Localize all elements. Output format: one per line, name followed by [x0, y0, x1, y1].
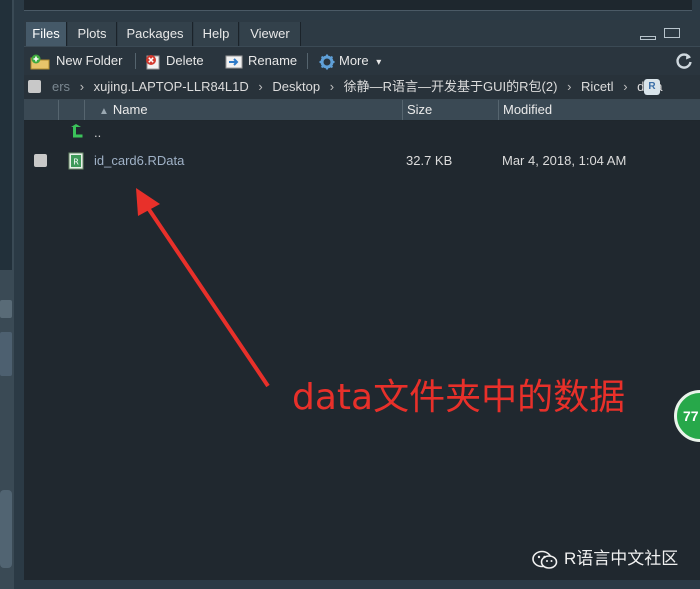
file-modified: Mar 4, 2018, 1:04 AM: [502, 153, 627, 168]
breadcrumb-path: ers › xujing.LAPTOP-LLR84L1D › Desktop ›…: [52, 75, 662, 99]
chevron-down-icon: ▾: [376, 57, 382, 68]
modified-column-header[interactable]: Modified: [498, 100, 700, 120]
parent-directory-link[interactable]: ..: [94, 121, 101, 145]
rename-button[interactable]: Rename: [224, 51, 297, 71]
wechat-icon: [532, 550, 558, 569]
tab-files[interactable]: Files: [26, 22, 67, 46]
breadcrumb-item[interactable]: ers: [52, 79, 70, 94]
breadcrumb-separator: ›: [567, 79, 572, 94]
pane-tab-bar: Files Plots Packages Help Viewer: [24, 20, 700, 46]
breadcrumb-separator: ›: [329, 79, 335, 94]
tab-viewer[interactable]: Viewer: [240, 22, 301, 46]
more-label: More: [339, 53, 369, 68]
breadcrumb-separator: ›: [258, 79, 263, 94]
delete-button[interactable]: Delete: [144, 51, 204, 71]
more-button[interactable]: More ▾: [319, 51, 381, 71]
delete-icon: [146, 54, 160, 70]
delete-label: Delete: [166, 53, 204, 68]
name-column-label: Name: [112, 102, 148, 117]
top-pane-edge: [14, 0, 700, 14]
files-toolbar: New Folder Delete Rename More ▾: [24, 46, 700, 75]
icon-column-header: [58, 100, 84, 120]
file-name-link[interactable]: id_card6.RData: [94, 149, 184, 173]
size-column-header[interactable]: Size: [402, 100, 498, 120]
tab-plots[interactable]: Plots: [68, 22, 117, 46]
new-folder-icon: [30, 54, 50, 70]
breadcrumb-separator: ›: [623, 79, 628, 94]
minimize-pane-icon[interactable]: [640, 36, 656, 40]
breadcrumb: ers › xujing.LAPTOP-LLR84L1D › Desktop ›…: [24, 75, 700, 100]
new-folder-button[interactable]: New Folder: [30, 51, 122, 71]
file-list-header: ▲ Name Size Modified: [24, 100, 700, 121]
rename-label: Rename: [248, 53, 298, 68]
left-pane-rail: [0, 0, 14, 589]
svg-text:R: R: [73, 158, 79, 167]
breadcrumb-item[interactable]: Ricetl: [581, 79, 614, 94]
watermark: R语言中文社区: [532, 548, 678, 570]
left-pane-scroll-control[interactable]: [0, 300, 12, 318]
tab-packages[interactable]: Packages: [118, 22, 193, 46]
file-checkbox[interactable]: [34, 154, 47, 167]
r-project-icon[interactable]: R: [644, 79, 660, 95]
sort-ascending-icon: ▲: [99, 106, 109, 117]
annotation-text: data文件夹中的数据: [292, 377, 626, 418]
rename-icon: [225, 55, 243, 69]
left-pane-widget[interactable]: [0, 490, 12, 568]
toolbar-separator: [307, 53, 308, 69]
name-column-header[interactable]: ▲ Name: [84, 100, 402, 120]
tab-help[interactable]: Help: [194, 22, 239, 46]
left-pane-toggle[interactable]: [0, 332, 12, 376]
refresh-icon[interactable]: [674, 51, 694, 71]
breadcrumb-item[interactable]: xujing.LAPTOP-LLR84L1D: [94, 79, 249, 94]
maximize-pane-icon[interactable]: [664, 28, 680, 38]
select-all-checkbox[interactable]: [28, 80, 41, 93]
watermark-text: R语言中文社区: [564, 549, 679, 568]
file-size: 32.7 KB: [406, 153, 453, 168]
files-pane: Files Plots Packages Help Viewer New Fol…: [24, 20, 700, 580]
breadcrumb-item[interactable]: 徐静—R语言—开发基于GUI的R包(2): [344, 79, 558, 94]
left-pane-body: [0, 0, 12, 270]
parent-directory-row[interactable]: ..: [24, 121, 700, 145]
breadcrumb-separator: ›: [79, 79, 85, 94]
toolbar-separator: [135, 53, 136, 69]
gear-icon: [319, 54, 335, 70]
parent-directory-icon: [71, 124, 83, 138]
breadcrumb-item[interactable]: Desktop: [272, 79, 320, 94]
rdata-file-icon: R: [68, 152, 84, 170]
table-row[interactable]: R id_card6.RData 32.7 KB Mar 4, 2018, 1:…: [24, 149, 700, 173]
new-folder-label: New Folder: [56, 53, 123, 68]
